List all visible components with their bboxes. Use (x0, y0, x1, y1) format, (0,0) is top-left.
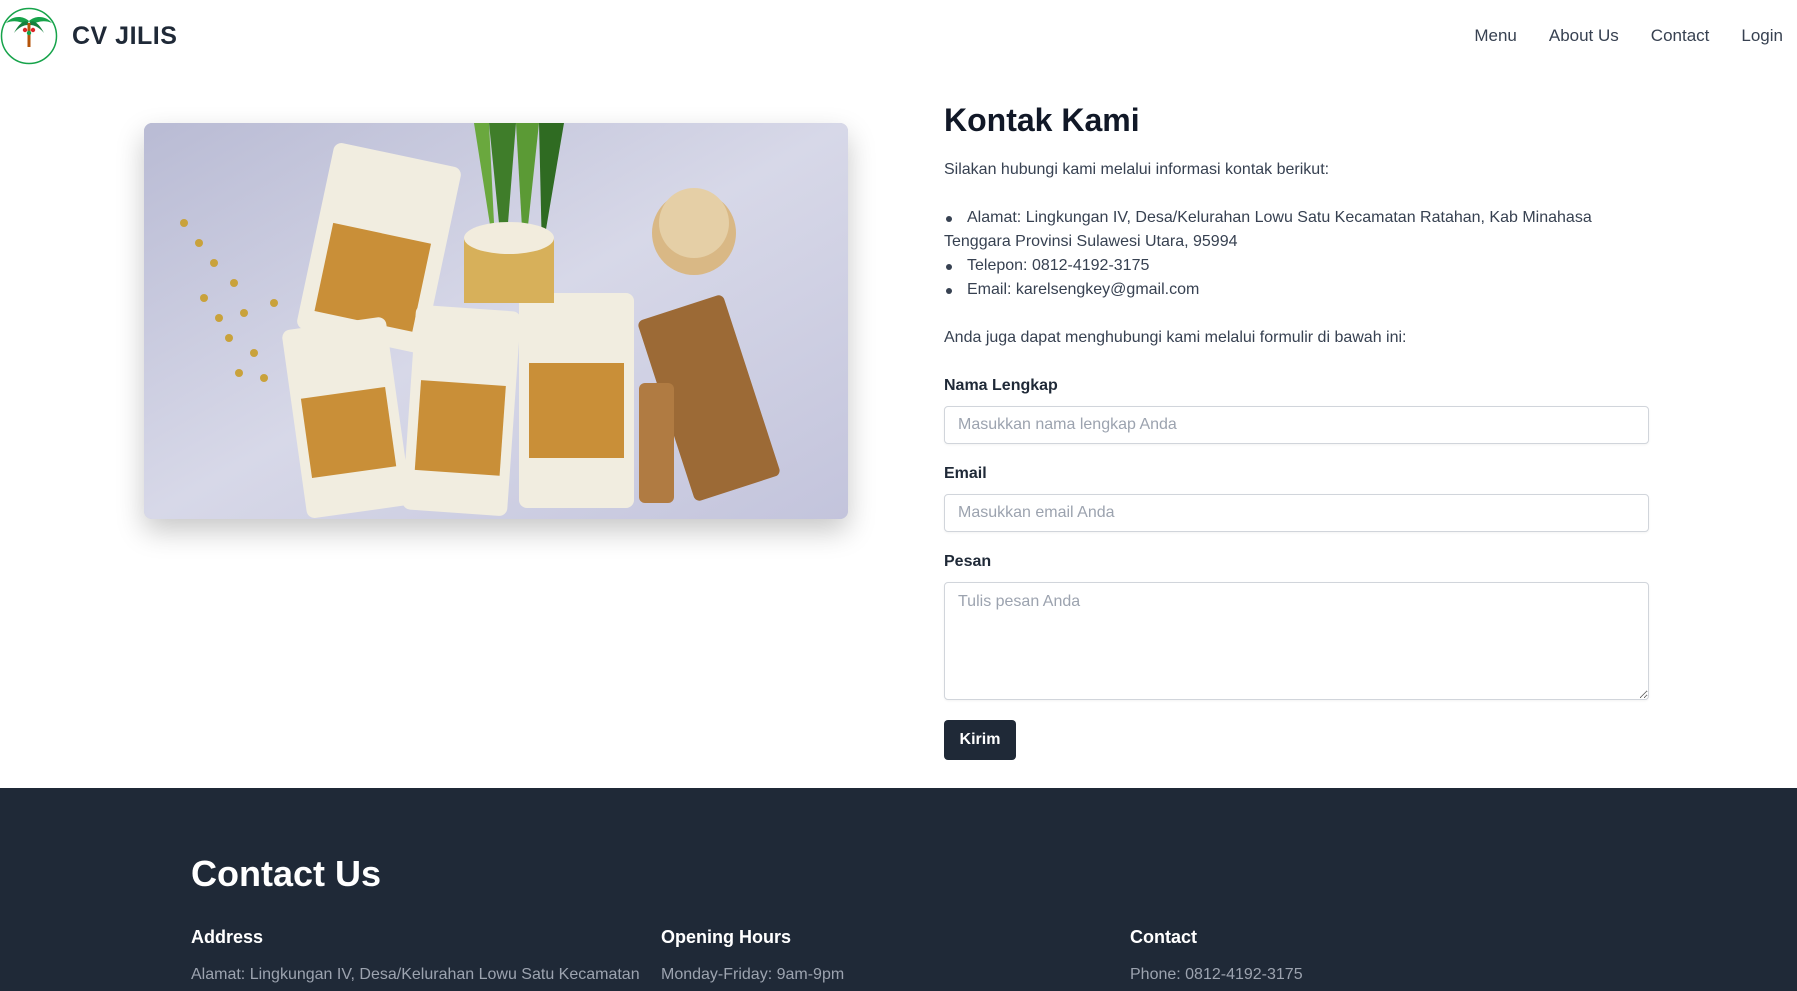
navbar: CV JILIS Menu About Us Contact Login (0, 0, 1797, 72)
name-label: Nama Lengkap (944, 377, 1058, 394)
nav-link-menu[interactable]: Menu (1474, 26, 1517, 46)
footer-address-text: Alamat: Lingkungan IV, Desa/Kelurahan Lo… (191, 966, 640, 983)
product-photo-image (144, 123, 848, 519)
footer-hours-heading: Opening Hours (661, 927, 791, 947)
message-textarea[interactable] (944, 582, 1649, 700)
product-photo (144, 123, 848, 519)
nav-link-about-us[interactable]: About Us (1549, 26, 1619, 46)
brand[interactable]: CV JILIS (0, 0, 177, 72)
nav-links: Menu About Us Contact Login (1442, 26, 1783, 46)
email-label: Email (944, 465, 987, 482)
main-content: Kontak Kami Silakan hubungi kami melalui… (0, 72, 1797, 788)
page-title: Kontak Kami (944, 102, 1140, 138)
contact-info-list: Alamat: Lingkungan IV, Desa/Kelurahan Lo… (944, 206, 1649, 302)
footer-hours-column: Opening Hours Monday-Friday: 9am-9pm (661, 924, 1091, 986)
email-input[interactable] (944, 494, 1649, 532)
palm-tree-logo-icon (0, 7, 58, 65)
contact-intro: Silakan hubungi kami melalui informasi k… (944, 161, 1330, 178)
contact-section: Kontak Kami Silakan hubungi kami melalui… (944, 100, 1649, 760)
footer-hours-text: Monday-Friday: 9am-9pm (661, 966, 845, 983)
footer: Contact Us Address Alamat: Lingkungan IV… (0, 788, 1797, 991)
contact-outro: Anda juga dapat menghubungi kami melalui… (944, 329, 1407, 346)
nav-link-login[interactable]: Login (1741, 26, 1783, 46)
brand-name: CV JILIS (72, 21, 178, 50)
footer-address-heading: Address (191, 927, 264, 947)
submit-button[interactable]: Kirim (944, 720, 1016, 760)
nav-link-contact[interactable]: Contact (1651, 26, 1710, 46)
name-input[interactable] (944, 406, 1649, 444)
list-item-phone: Telepon: 0812-4192-3175 (944, 254, 1649, 278)
footer-title: Contact Us (191, 853, 382, 894)
footer-contact-text: Phone: 0812-4192-3175 (1130, 966, 1303, 983)
message-label: Pesan (944, 553, 992, 570)
footer-address-column: Address Alamat: Lingkungan IV, Desa/Kelu… (191, 924, 640, 986)
footer-contact-column: Contact Phone: 0812-4192-3175 (1130, 924, 1560, 986)
footer-contact-heading: Contact (1130, 927, 1197, 947)
list-item-email: Email: karelsengkey@gmail.com (944, 278, 1649, 302)
list-item-address: Alamat: Lingkungan IV, Desa/Kelurahan Lo… (944, 206, 1649, 254)
contact-form: Nama Lengkap Email Pesan Kirim (944, 374, 1649, 760)
